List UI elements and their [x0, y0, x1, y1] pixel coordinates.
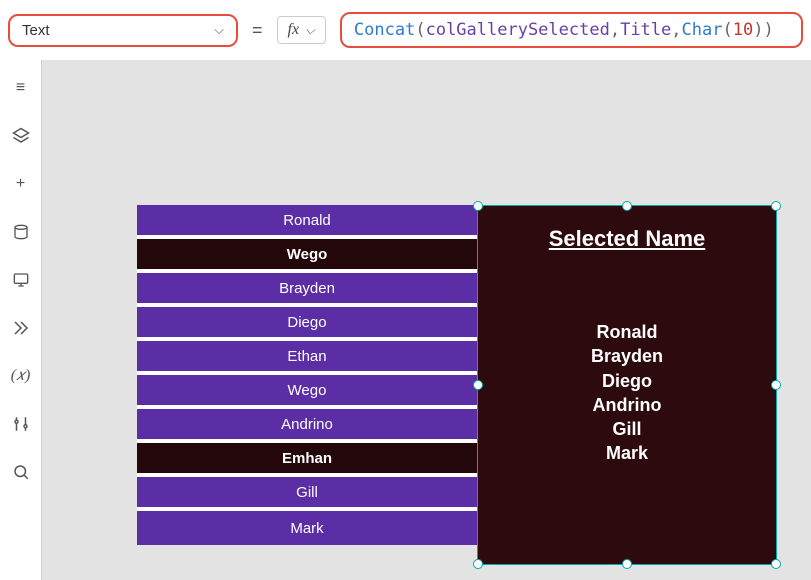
formula-token: Title: [620, 20, 671, 40]
formula-token: colGallerySelected: [426, 20, 610, 40]
chevron-down-icon: ⌵: [214, 22, 224, 38]
gallery-row[interactable]: Diego: [137, 307, 477, 341]
gallery-row-label: Emhan: [282, 450, 332, 467]
gallery-row-label: Diego: [287, 314, 326, 331]
gallery-list[interactable]: Ronald Wego Brayden Diego Ethan Wego Andrino Em…: [137, 205, 477, 545]
formula-bar[interactable]: Concat(colGallerySelected,Title,Char(10)…: [340, 12, 803, 48]
formula-toolbar: Text ⌵ = fx ⌵ Concat(colGallerySelected,…: [0, 0, 811, 61]
gallery-row[interactable]: Brayden: [137, 273, 477, 307]
left-rail: ≡ + (𝑥): [0, 60, 42, 580]
gallery-row-label: Brayden: [279, 280, 335, 297]
formula-token: (: [415, 20, 425, 40]
tree-view-icon[interactable]: ≡: [11, 78, 31, 98]
property-selector-label: Text: [22, 22, 50, 39]
gallery-row[interactable]: Ronald: [137, 205, 477, 239]
gallery-row-label: Wego: [287, 246, 328, 263]
formula-token: ,: [671, 20, 681, 40]
gallery-row-label: Wego: [288, 382, 327, 399]
search-icon[interactable]: [11, 462, 31, 482]
formula-token: ): [753, 20, 763, 40]
selected-panel[interactable]: Selected Name Ronald Brayden Diego Andri…: [477, 205, 777, 565]
gallery-row-label: Gill: [296, 484, 318, 501]
gallery-row-label: Mark: [290, 520, 323, 537]
gallery-row-label: Ronald: [283, 212, 331, 229]
layers-icon[interactable]: [11, 126, 31, 146]
gallery-row[interactable]: Ethan: [137, 341, 477, 375]
resize-handle[interactable]: [473, 380, 483, 390]
gallery-row-label: Andrino: [281, 416, 333, 433]
chevron-down-icon: ⌵: [305, 22, 315, 38]
variables-icon[interactable]: (𝑥): [11, 366, 31, 386]
gallery-row[interactable]: Wego: [137, 375, 477, 409]
resize-handle[interactable]: [473, 201, 483, 211]
gallery-row[interactable]: Gill: [137, 477, 477, 511]
data-icon[interactable]: [11, 222, 31, 242]
equals-sign: =: [252, 20, 263, 41]
media-icon[interactable]: [11, 270, 31, 290]
formula-token: ): [763, 20, 773, 40]
tools-icon[interactable]: [11, 414, 31, 434]
formula-token: ,: [610, 20, 620, 40]
resize-handle[interactable]: [771, 380, 781, 390]
selected-names-text: Ronald Brayden Diego Andrino Gill Mark: [478, 320, 776, 466]
gallery-row[interactable]: Andrino: [137, 409, 477, 443]
gallery-row[interactable]: Mark: [137, 511, 477, 545]
resize-handle[interactable]: [622, 201, 632, 211]
fx-button[interactable]: fx ⌵: [277, 16, 326, 44]
formula-token: (: [722, 20, 732, 40]
formula-token: Concat: [354, 20, 415, 40]
property-selector[interactable]: Text ⌵: [8, 14, 238, 47]
resize-handle[interactable]: [771, 559, 781, 569]
fx-label: fx: [288, 21, 300, 39]
insert-icon[interactable]: +: [11, 174, 31, 194]
formula-token: Char: [682, 20, 723, 40]
flows-icon[interactable]: [11, 318, 31, 338]
panel-title: Selected Name: [478, 226, 776, 252]
canvas[interactable]: Ronald Wego Brayden Diego Ethan Wego Andrino Em…: [42, 60, 811, 580]
gallery-row[interactable]: Emhan: [137, 443, 477, 477]
formula-token: 10: [733, 20, 753, 40]
resize-handle[interactable]: [622, 559, 632, 569]
gallery-row-label: Ethan: [287, 348, 326, 365]
resize-handle[interactable]: [473, 559, 483, 569]
gallery-row[interactable]: Wego: [137, 239, 477, 273]
resize-handle[interactable]: [771, 201, 781, 211]
